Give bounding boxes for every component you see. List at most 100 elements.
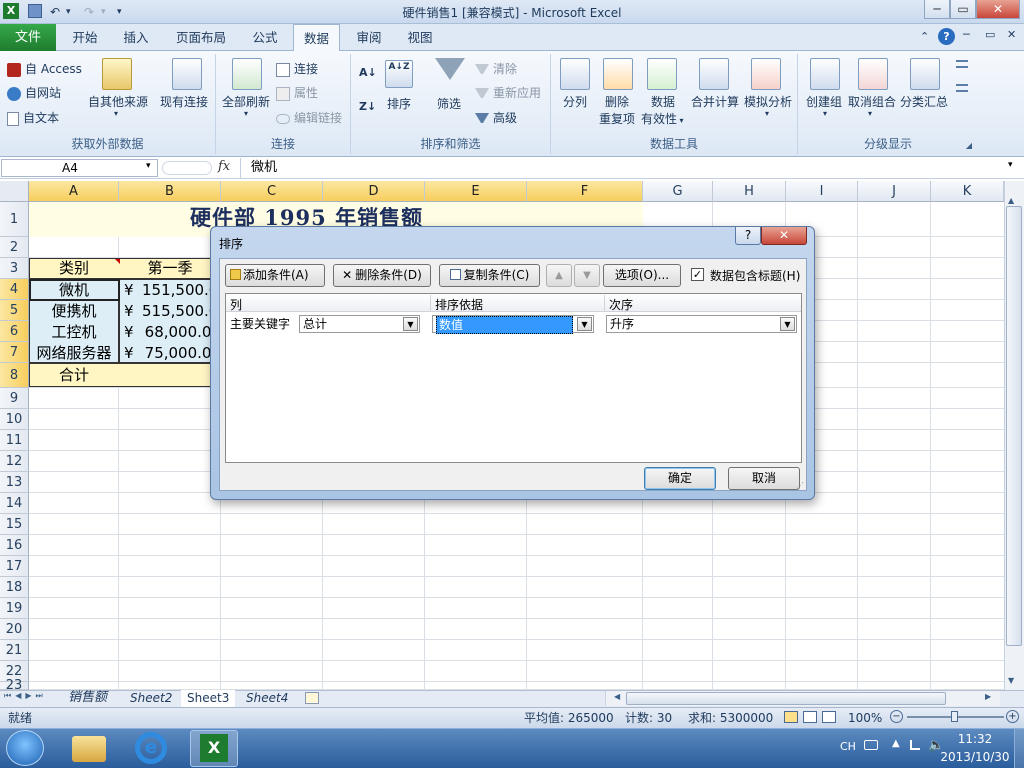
keyboard-icon[interactable] — [864, 740, 878, 750]
row-header-3[interactable]: 3 — [0, 258, 29, 279]
tab-view[interactable]: 视图 — [399, 24, 441, 51]
show-hidden-icons[interactable]: ▲ — [892, 738, 900, 749]
ribbon-collapse-icon[interactable]: ⌃ — [920, 30, 929, 43]
column-header-c[interactable]: C — [221, 181, 323, 202]
customize-qat-icon[interactable]: ▾ — [117, 3, 122, 21]
move-down-button[interactable]: ▼ — [574, 264, 600, 287]
insert-function-icon[interactable]: fx — [218, 159, 230, 174]
column-header-k[interactable]: K — [931, 181, 1004, 202]
insert-sheet-icon[interactable] — [305, 692, 319, 704]
column-header-i[interactable]: I — [786, 181, 858, 202]
clock-date[interactable]: 2013/10/30 — [938, 750, 1012, 764]
name-box[interactable]: A4 — [1, 159, 158, 177]
formula-input[interactable]: 微机 — [240, 158, 1000, 178]
resize-grip-icon[interactable]: ⋰ — [796, 481, 804, 490]
move-up-button[interactable]: ▲ — [546, 264, 572, 287]
sort-column-select[interactable]: 总计 ▼ — [299, 315, 420, 333]
page-break-view-icon[interactable] — [822, 711, 836, 723]
cell-a6[interactable]: 工控机 — [29, 322, 119, 343]
row-header-10[interactable]: 10 — [0, 409, 29, 430]
sheet-tab-sheet3[interactable]: Sheet3 — [181, 690, 236, 707]
scroll-up-icon[interactable]: ▲ — [1008, 196, 1014, 205]
hscroll-left-icon[interactable]: ◀ — [614, 692, 620, 701]
sort-on-select[interactable]: 数值 ▼ — [432, 315, 594, 334]
has-headers-checkbox[interactable]: ✓ — [691, 268, 704, 281]
column-header-d[interactable]: D — [323, 181, 425, 202]
sort-descending-button[interactable]: Z↓ — [359, 100, 376, 113]
workbook-close-icon[interactable]: ✕ — [1007, 28, 1016, 41]
scroll-down-icon[interactable]: ▼ — [1008, 676, 1014, 685]
from-text-button[interactable]: 自文本 — [7, 109, 59, 126]
undo-icon[interactable]: ↶ — [50, 3, 60, 21]
existing-connections-button[interactable]: 现有连接 — [160, 93, 208, 110]
start-button-icon[interactable] — [6, 730, 44, 766]
ungroup-button[interactable]: 取消组合 — [848, 93, 896, 110]
undo-dropdown-icon[interactable]: ▾ — [66, 3, 71, 21]
advanced-button[interactable]: 高级 — [475, 109, 517, 126]
connections-button[interactable]: 连接 — [276, 60, 318, 77]
hscroll-thumb[interactable] — [626, 692, 946, 705]
column-header-f[interactable]: F — [527, 181, 643, 202]
refresh-all-button[interactable]: 全部刷新 — [222, 93, 270, 110]
subtotal-button[interactable]: 分类汇总 — [900, 93, 948, 110]
row-header-8[interactable]: 8 — [0, 363, 29, 388]
row-header-18[interactable]: 18 — [0, 577, 29, 598]
hscroll-right-icon[interactable]: ▶ — [985, 692, 991, 701]
row-header-11[interactable]: 11 — [0, 430, 29, 451]
options-button[interactable]: 选项(O)... — [603, 264, 681, 287]
page-layout-view-icon[interactable] — [803, 711, 817, 723]
cell-b3[interactable]: 第一季 — [119, 258, 221, 279]
sheet-nav-icons[interactable]: ⏮◀▶⏭ — [4, 691, 47, 701]
column-header-e[interactable]: E — [425, 181, 527, 202]
column-header-j[interactable]: J — [858, 181, 931, 202]
from-web-button[interactable]: 自网站 — [7, 84, 61, 101]
expand-formula-bar-icon[interactable]: ▾ — [1008, 160, 1013, 170]
column-header-h[interactable]: H — [713, 181, 786, 202]
normal-view-icon[interactable] — [784, 711, 798, 723]
sort-ascending-button[interactable]: A↓ — [359, 66, 377, 79]
dialog-close-button[interactable]: ✕ — [761, 227, 807, 245]
tab-review[interactable]: 审阅 — [348, 24, 390, 51]
row-header-5[interactable]: 5 — [0, 300, 29, 321]
from-access-button[interactable]: 自 Access — [7, 60, 82, 77]
row-header-12[interactable]: 12 — [0, 451, 29, 472]
sort-order-select[interactable]: 升序 ▼ — [606, 315, 797, 333]
row-header-7[interactable]: 7 — [0, 342, 29, 363]
tab-data[interactable]: 数据 — [293, 24, 340, 52]
dialog-launcher-icon[interactable]: ◢ — [966, 141, 972, 150]
row-header-20[interactable]: 20 — [0, 619, 29, 640]
tab-home[interactable]: 开始 — [62, 24, 108, 51]
row-header-23[interactable]: 23 — [0, 679, 29, 692]
remove-duplicates-button[interactable]: 删除 — [605, 93, 629, 110]
row-header-6[interactable]: 6 — [0, 321, 29, 342]
from-other-sources-button[interactable]: 自其他来源 — [88, 93, 148, 110]
ok-button[interactable]: 确定 — [644, 467, 716, 490]
row-header-17[interactable]: 17 — [0, 556, 29, 577]
consolidate-button[interactable]: 合并计算 — [691, 93, 739, 110]
redo-dropdown-icon[interactable]: ▾ — [101, 3, 106, 21]
redo-icon[interactable]: ↷ — [84, 3, 94, 21]
cell-a3[interactable]: 类别 — [29, 258, 119, 279]
data-validation-button[interactable]: 数据 — [651, 93, 675, 110]
workbook-restore-icon[interactable]: ▭ — [985, 28, 995, 41]
group-button[interactable]: 创建组 — [806, 93, 842, 110]
row-header-9[interactable]: 9 — [0, 388, 29, 409]
row-header-2[interactable]: 2 — [0, 237, 29, 258]
ie-taskbar-icon[interactable]: e — [135, 732, 167, 764]
row-header-4[interactable]: 4 — [0, 279, 29, 300]
zoom-out-icon[interactable]: − — [890, 710, 903, 723]
zoom-in-icon[interactable]: + — [1006, 710, 1019, 723]
close-button[interactable]: ✕ — [976, 0, 1020, 19]
cancel-button[interactable]: 取消 — [728, 467, 800, 490]
scroll-thumb[interactable] — [1006, 206, 1022, 646]
cell-a5[interactable]: 便携机 — [29, 301, 119, 322]
properties-button[interactable]: 属性 — [276, 84, 318, 101]
show-detail-icon[interactable] — [956, 60, 968, 68]
sheet-tab-sheet4[interactable]: Sheet4 — [240, 690, 294, 707]
clear-button[interactable]: 清除 — [475, 60, 517, 77]
text-to-columns-button[interactable]: 分列 — [563, 93, 587, 110]
tab-file[interactable]: 文件 — [0, 24, 56, 51]
workbook-minimize-icon[interactable]: ─ — [963, 28, 970, 41]
save-icon[interactable] — [28, 4, 42, 18]
column-header-a[interactable]: A — [29, 181, 119, 202]
